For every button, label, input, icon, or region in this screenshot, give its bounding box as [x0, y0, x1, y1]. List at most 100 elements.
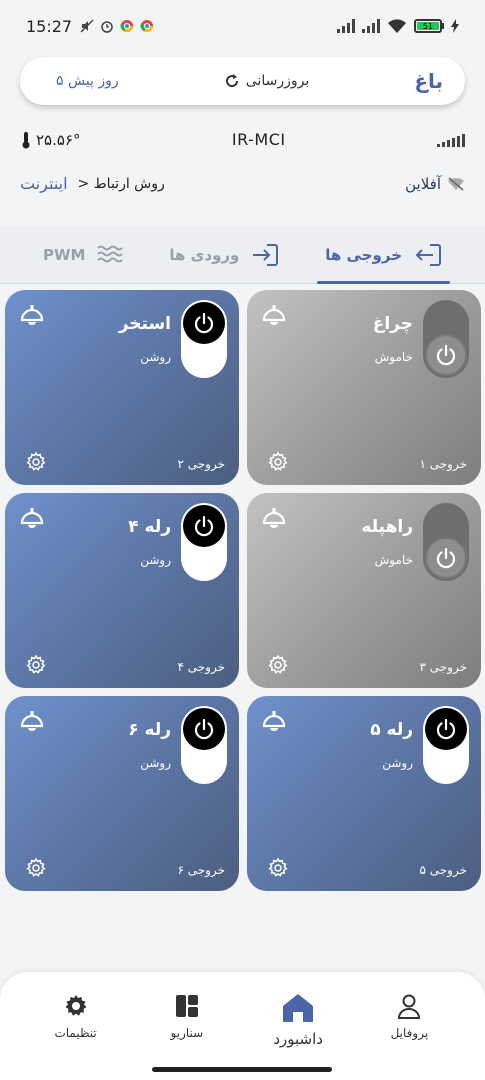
charging-icon: [451, 19, 459, 33]
output-name: رله ۴: [128, 517, 171, 537]
wifi-off-icon: [448, 176, 464, 191]
lamp-icon: [262, 305, 286, 325]
tab-pwm[interactable]: PWM: [35, 226, 131, 284]
home-icon: [283, 994, 314, 1022]
lamp-icon: [20, 711, 44, 731]
output-number: خروجی ۶: [177, 863, 225, 877]
connection-mode[interactable]: اینترنت > روش ارتباط: [20, 174, 165, 193]
nav-profile[interactable]: پروفایل: [364, 972, 454, 1080]
power-knob[interactable]: [425, 708, 467, 750]
info-row: ۲۵.۵۶° IR-MCI: [20, 130, 465, 149]
power-knob[interactable]: [425, 537, 467, 579]
header-card: ۵ روز پیش بروزرسانی باغ: [20, 57, 465, 105]
output-number: خروجی ۳: [419, 660, 467, 674]
output-name: رله ۶: [128, 720, 171, 740]
power-toggle[interactable]: [181, 503, 227, 581]
cell-signal-icon: [337, 19, 355, 33]
battery-level: 51: [417, 22, 439, 31]
refresh-label: بروزرسانی: [245, 73, 310, 89]
nav-settings[interactable]: تنظیمات: [31, 972, 121, 1080]
nav-dashboard[interactable]: داشبورد: [253, 972, 343, 1080]
status-icons: [80, 19, 154, 33]
nav-profile-label: پروفایل: [390, 1026, 429, 1040]
power-toggle[interactable]: [181, 706, 227, 784]
tab-inputs[interactable]: ورودی ها: [161, 226, 287, 284]
person-icon: [398, 994, 421, 1019]
power-icon: [194, 312, 214, 334]
settings-gear-icon[interactable]: [25, 857, 47, 879]
power-toggle[interactable]: [423, 503, 469, 581]
grid-icon: [175, 995, 198, 1017]
thermometer-icon: [22, 131, 30, 148]
connection-row: اینترنت > روش ارتباط آفلاین: [20, 174, 465, 193]
gear-icon: [65, 995, 87, 1016]
settings-gear-icon[interactable]: [25, 451, 47, 473]
output-name: راهپله: [361, 517, 413, 537]
connection-label-group: > روش ارتباط: [78, 176, 165, 192]
alarm-icon: [101, 21, 113, 33]
settings-gear-icon[interactable]: [25, 654, 47, 676]
output-state: روشن: [140, 756, 171, 770]
power-toggle[interactable]: [423, 706, 469, 784]
output-name: رله ۵: [370, 720, 413, 740]
lamp-icon: [20, 305, 44, 325]
bottom-nav: تنظیمات سناریو داشبورد پروفایل: [0, 972, 485, 1080]
settings-gear-icon[interactable]: [267, 654, 289, 676]
chrome-icon: [120, 20, 134, 33]
status-time: 15:27: [26, 16, 73, 36]
refresh-icon: [225, 74, 238, 88]
output-state: روشن: [140, 350, 171, 364]
power-knob[interactable]: [183, 708, 225, 750]
settings-gear-icon[interactable]: [267, 857, 289, 879]
power-icon: [194, 718, 214, 740]
output-card[interactable]: رله ۴ روشن خروجی ۴: [5, 493, 239, 688]
output-number: خروجی ۴: [177, 660, 225, 674]
power-knob[interactable]: [183, 505, 225, 547]
output-number: خروجی ۵: [419, 863, 467, 877]
output-number: خروجی ۱: [419, 457, 467, 471]
tab-bar: PWM ورودی ها خروجی ها: [0, 226, 485, 284]
status-left: 15:27: [26, 17, 154, 36]
connection-value: اینترنت: [20, 174, 68, 193]
output-grid: استخر روشن خروجی ۲ چراغ خاموش خروجی ۱ رله ۴ر…: [5, 290, 481, 891]
offline-status: آفلاین: [405, 175, 465, 193]
tab-inputs-label: ورودی ها: [169, 245, 240, 264]
nav-scenario-label: سناریو: [170, 1026, 204, 1040]
power-knob[interactable]: [425, 334, 467, 376]
login-icon: [415, 243, 442, 266]
input-icon: [253, 243, 279, 266]
power-icon: [194, 515, 214, 537]
battery-icon: 51: [414, 19, 444, 33]
power-toggle[interactable]: [423, 300, 469, 378]
output-card[interactable]: رله ۶ روشن خروجی ۶: [5, 696, 239, 891]
home-indicator: [152, 1067, 332, 1072]
tab-outputs-label: خروجی ها: [325, 245, 403, 264]
output-card[interactable]: رله ۵ روشن خروجی ۵: [247, 696, 481, 891]
chevron-icon: >: [77, 175, 90, 192]
nav-settings-label: تنظیمات: [54, 1026, 97, 1040]
output-card[interactable]: راهپله خاموش خروجی ۳: [247, 493, 481, 688]
waves-icon: [97, 245, 124, 262]
output-state: روشن: [140, 553, 171, 567]
carrier-name: IR-MCI: [231, 130, 286, 149]
nav-scenario[interactable]: سناریو: [142, 972, 232, 1080]
output-card[interactable]: چراغ خاموش خروجی ۱: [247, 290, 481, 485]
mute-icon: [80, 19, 94, 33]
nav-dashboard-label: داشبورد: [273, 1030, 323, 1048]
refresh-button[interactable]: بروزرسانی: [224, 73, 309, 89]
output-state: خاموش: [374, 350, 413, 364]
power-icon: [436, 344, 456, 366]
chrome-icon-2: [140, 20, 154, 33]
lamp-icon: [20, 508, 44, 528]
cell-signal-icon-2: [362, 19, 380, 33]
power-toggle[interactable]: [181, 300, 227, 378]
power-icon: [436, 547, 456, 569]
power-knob[interactable]: [183, 302, 225, 344]
status-right: 51: [337, 18, 459, 34]
signal-strength-icon: [437, 133, 465, 147]
output-card[interactable]: استخر روشن خروجی ۲: [5, 290, 239, 485]
offline-label: آفلاین: [405, 174, 441, 193]
status-bar: 15:27 51: [0, 0, 485, 52]
tab-outputs[interactable]: خروجی ها: [317, 226, 450, 284]
settings-gear-icon[interactable]: [267, 451, 289, 473]
